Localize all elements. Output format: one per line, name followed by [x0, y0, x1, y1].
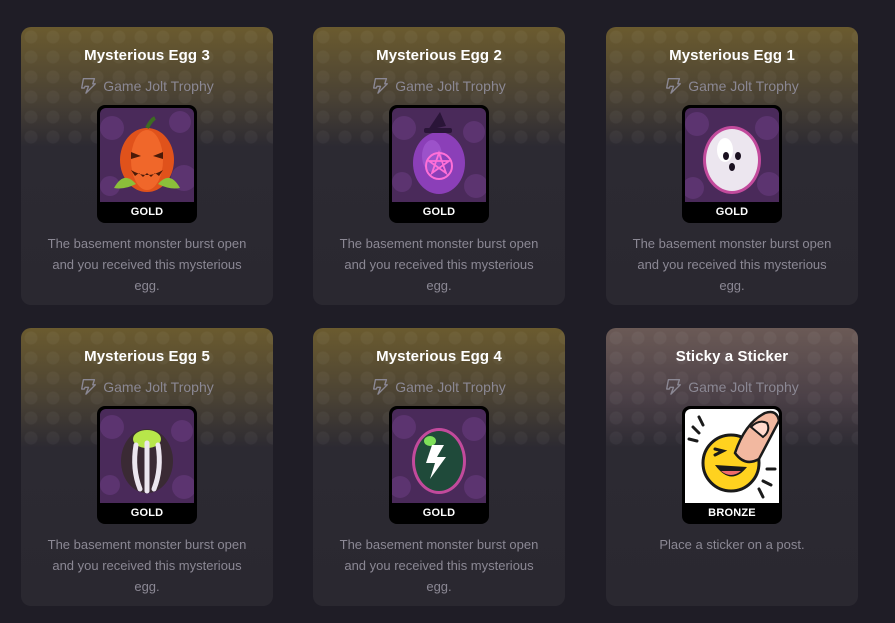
trophy-thumbnail[interactable]: GOLD [389, 406, 489, 524]
trophy-card[interactable]: Mysterious Egg 3 Game Jolt Trophy GOLD T… [21, 27, 273, 305]
game-jolt-icon [81, 78, 97, 94]
game-jolt-icon [666, 78, 682, 94]
witch-egg-icon [392, 108, 486, 202]
trophy-description: The basement monster burst open and you … [47, 537, 247, 594]
trophy-thumbnail[interactable]: GOLD [97, 406, 197, 524]
trophy-source-label: Game Jolt Trophy [395, 77, 506, 94]
trophy-description: The basement monster burst open and you … [632, 236, 832, 293]
trophy-card[interactable]: Mysterious Egg 1 Game Jolt Trophy GOLD T… [606, 27, 858, 305]
trophy-card[interactable]: Sticky a Sticker Game Jolt Trophy BRONZE… [606, 328, 858, 606]
trophy-description: The basement monster burst open and you … [339, 537, 539, 594]
trophy-source: Game Jolt Trophy [313, 77, 565, 94]
ghost-egg-icon [685, 108, 779, 202]
sticker-face-icon [685, 409, 779, 503]
trophy-title[interactable]: Mysterious Egg 1 [606, 47, 858, 64]
trophy-thumbnail[interactable]: GOLD [389, 105, 489, 223]
trophy-source-label: Game Jolt Trophy [103, 378, 214, 395]
game-jolt-icon [373, 379, 389, 395]
trophy-tier: GOLD [715, 206, 749, 218]
trophy-source: Game Jolt Trophy [21, 77, 273, 94]
trophy-source: Game Jolt Trophy [21, 378, 273, 395]
game-jolt-icon [666, 379, 682, 395]
trophy-tier: GOLD [422, 206, 456, 218]
trophy-title[interactable]: Mysterious Egg 2 [313, 47, 565, 64]
trophy-tier: GOLD [130, 507, 164, 519]
trophy-source: Game Jolt Trophy [606, 77, 858, 94]
trophy-title[interactable]: Mysterious Egg 3 [21, 47, 273, 64]
trophy-source-label: Game Jolt Trophy [688, 77, 799, 94]
trophy-description: The basement monster burst open and you … [47, 236, 247, 293]
trophy-thumbnail[interactable]: BRONZE [682, 406, 782, 524]
trophy-source: Game Jolt Trophy [313, 378, 565, 395]
trophy-tier: GOLD [130, 206, 164, 218]
trophy-tier: BRONZE [708, 507, 756, 519]
trophy-source-label: Game Jolt Trophy [103, 77, 214, 94]
striped-egg-icon [100, 409, 194, 503]
lightning-egg-icon [392, 409, 486, 503]
trophy-card[interactable]: Mysterious Egg 2 Game Jolt Trophy GOLD T… [313, 27, 565, 305]
pumpkin-egg-icon [100, 108, 194, 202]
game-jolt-icon [81, 379, 97, 395]
trophy-card[interactable]: Mysterious Egg 5 Game Jolt Trophy GOLD T… [21, 328, 273, 606]
trophy-tier: GOLD [422, 507, 456, 519]
trophy-title[interactable]: Mysterious Egg 5 [21, 348, 273, 365]
trophy-source-label: Game Jolt Trophy [688, 378, 799, 395]
trophy-card[interactable]: Mysterious Egg 4 Game Jolt Trophy GOLD T… [313, 328, 565, 606]
trophy-source: Game Jolt Trophy [606, 378, 858, 395]
trophy-thumbnail[interactable]: GOLD [682, 105, 782, 223]
trophy-thumbnail[interactable]: GOLD [97, 105, 197, 223]
game-jolt-icon [373, 78, 389, 94]
trophy-title[interactable]: Mysterious Egg 4 [313, 348, 565, 365]
trophy-title[interactable]: Sticky a Sticker [606, 348, 858, 365]
trophy-description: Place a sticker on a post. [659, 537, 805, 552]
trophy-description: The basement monster burst open and you … [339, 236, 539, 293]
trophy-source-label: Game Jolt Trophy [395, 378, 506, 395]
